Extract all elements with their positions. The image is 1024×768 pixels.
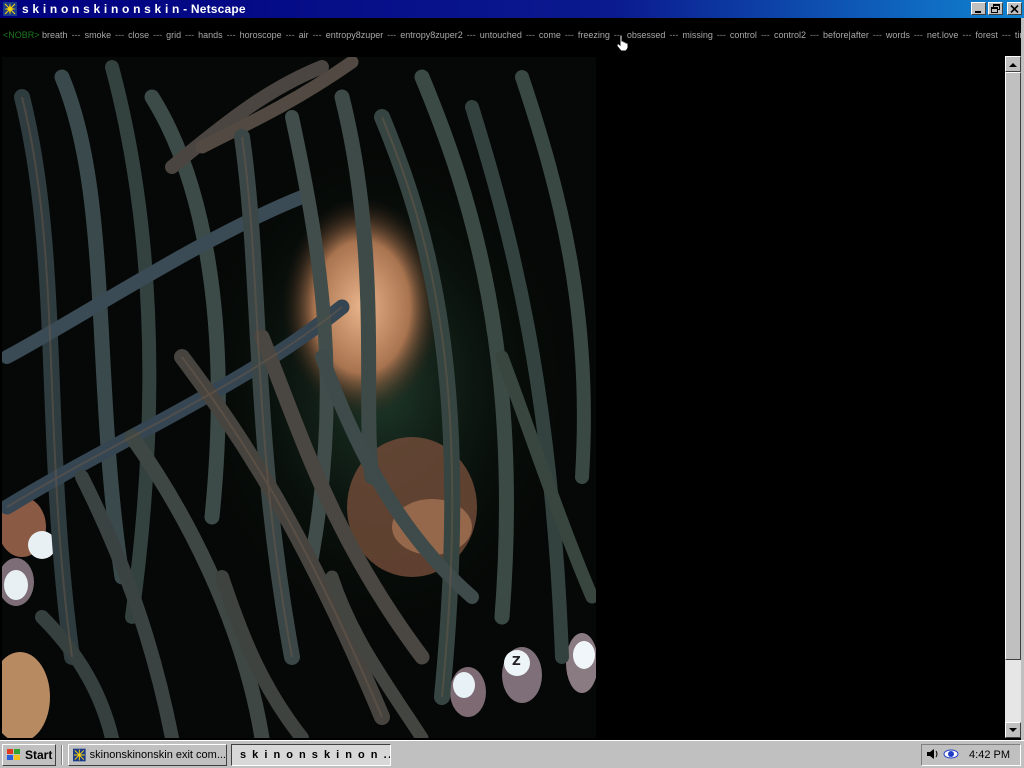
nav-link-list: breath --- smoke --- close --- grid --- hands ---… (42, 30, 1024, 40)
taskbar-item-skinonskin[interactable]: s k i n o n s k i n o n ... (231, 744, 391, 766)
nav-link-net-love[interactable]: net.love (927, 30, 959, 40)
netscape-icon (73, 748, 86, 762)
nav-link-entropy8zuper[interactable]: entropy8zuper (326, 30, 384, 40)
nav-separator: --- (185, 30, 195, 40)
nav-separator: --- (525, 30, 535, 40)
nav-separator: --- (669, 30, 679, 40)
nav-link-breath[interactable]: breath (42, 30, 68, 40)
system-tray: 4:42 PM (921, 744, 1021, 766)
nav-link-air[interactable]: air (299, 30, 309, 40)
nav-link-forest[interactable]: forest (975, 30, 998, 40)
scroll-down-button[interactable] (1005, 722, 1021, 738)
nav-separator: --- (962, 30, 972, 40)
dreadlocks-photo: Z (2, 57, 596, 738)
nav-link-smoke[interactable]: smoke (85, 30, 112, 40)
restore-icon (991, 4, 1000, 13)
scrollbar-thumb[interactable] (1005, 72, 1021, 660)
nav-link-untouched[interactable]: untouched (480, 30, 522, 40)
nav-separator: --- (115, 30, 125, 40)
nav-separator: --- (872, 30, 882, 40)
hand-cursor-icon (616, 34, 630, 57)
nav-link-hands[interactable]: hands (198, 30, 223, 40)
window-title-bar[interactable]: s k i n o n s k i n o n s k i n - Netsca… (0, 0, 1024, 18)
window-title: s k i n o n s k i n o n s k i n - Netsca… (22, 2, 246, 16)
photo-letter: Z (512, 654, 521, 668)
close-button[interactable] (1007, 2, 1022, 15)
nav-separator: --- (913, 30, 923, 40)
clock[interactable]: 4:42 PM (969, 749, 1010, 761)
nav-separator: --- (466, 30, 476, 40)
netscape-icon (2, 1, 18, 17)
nav-link-close[interactable]: close (128, 30, 149, 40)
nav-link-control2[interactable]: control2 (774, 30, 806, 40)
nobr-tag-text: <NOBR> (3, 30, 40, 40)
windows-logo-icon (7, 749, 20, 760)
taskbar-item-label: skinonskinonskin exit com... (89, 749, 226, 761)
arrow-down-icon (1009, 727, 1017, 732)
taskbar-item-label: s k i n o n s k i n o n ... (240, 749, 391, 761)
nav-link-entropy8zuper2[interactable]: entropy8zuper2 (400, 30, 463, 40)
nav-link-horoscope[interactable]: horoscope (240, 30, 282, 40)
nav-link-words[interactable]: words (886, 30, 910, 40)
start-button[interactable]: Start (2, 744, 56, 766)
nav-separator: --- (564, 30, 574, 40)
minimize-button[interactable] (971, 2, 986, 15)
scroll-up-button[interactable] (1005, 56, 1021, 72)
nav-link-missing[interactable]: missing (682, 30, 713, 40)
vertical-scrollbar[interactable] (1005, 56, 1021, 738)
speaker-icon[interactable] (926, 747, 940, 764)
taskbar-item-exit-com[interactable]: skinonskinonskin exit com... (68, 744, 227, 766)
arrow-up-icon (1009, 62, 1017, 67)
taskbar-separator (61, 745, 63, 765)
nav-separator: --- (312, 30, 322, 40)
nav-separator: --- (285, 30, 295, 40)
nav-separator: --- (809, 30, 819, 40)
nav-links: <NOBR> breath --- smoke --- close --- grid --- h… (0, 18, 1024, 56)
nav-separator: --- (1001, 30, 1011, 40)
nav-separator: --- (716, 30, 726, 40)
network-eye-icon[interactable] (943, 748, 959, 763)
nav-link-freezing[interactable]: freezing (578, 30, 610, 40)
taskbar: Start skinonskinonskin exit com... s k i… (0, 740, 1024, 768)
nav-link-control[interactable]: control (730, 30, 757, 40)
nav-link-before-after[interactable]: before|after (823, 30, 869, 40)
nav-separator: --- (760, 30, 770, 40)
nav-link-obsessed[interactable]: obsessed (627, 30, 666, 40)
start-label: Start (25, 748, 53, 762)
nav-separator: --- (226, 30, 236, 40)
close-icon (1010, 4, 1019, 13)
nav-separator: --- (71, 30, 81, 40)
restore-button[interactable] (988, 2, 1003, 15)
nav-separator: --- (387, 30, 397, 40)
nav-link-come[interactable]: come (539, 30, 561, 40)
minimize-icon (975, 10, 981, 13)
nav-separator: --- (153, 30, 163, 40)
window-controls (971, 2, 1022, 15)
nav-link-grid[interactable]: grid (166, 30, 181, 40)
